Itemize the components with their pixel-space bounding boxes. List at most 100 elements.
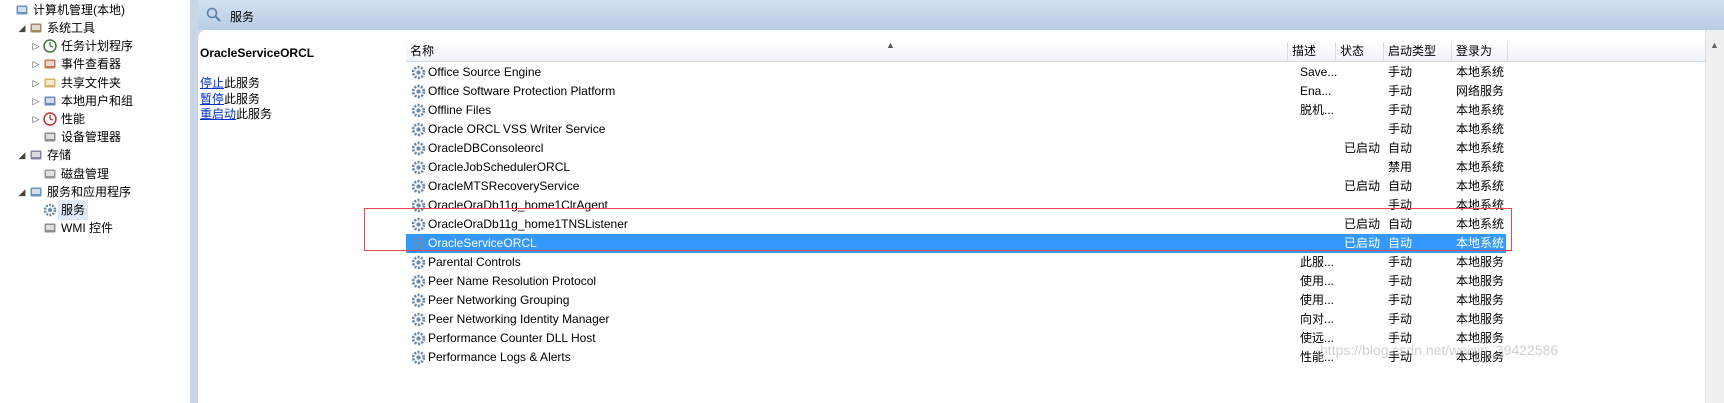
- service-startup-type: 手动: [1388, 103, 1413, 117]
- service-description: 使用...: [1300, 274, 1335, 288]
- service-startup-type: 手动: [1388, 84, 1413, 98]
- device-manager-icon: [44, 132, 56, 142]
- stop-service-link[interactable]: 停止: [200, 76, 224, 90]
- service-row[interactable]: Oracle ORCL VSS Writer Service 手动 本地系统: [406, 120, 1516, 139]
- service-status: 已启动: [1344, 141, 1381, 155]
- pause-service-link[interactable]: 暂停: [200, 92, 224, 106]
- column-logon-as[interactable]: 登录为: [1452, 42, 1508, 61]
- service-name: Peer Networking Grouping: [428, 293, 570, 307]
- service-name: Peer Networking Identity Manager: [428, 312, 610, 326]
- gear-icon: [411, 293, 426, 308]
- gear-icon: [411, 122, 426, 137]
- event-viewer-icon: [44, 59, 56, 69]
- clock-icon: [43, 39, 57, 53]
- console-tree: 计算机管理(本地) ◢ 系统工具 ▷ 任务计划程序 ▷ 事件查看器 ▷ 共享文件夹 ▷ 本地用户和组…: [0, 0, 191, 403]
- expand-arrow-icon[interactable]: ◢: [16, 18, 28, 38]
- service-row[interactable]: OracleMTSRecoveryService 已启动 自动 本地系统: [406, 177, 1516, 196]
- service-name: OracleMTSRecoveryService: [428, 179, 580, 193]
- service-name: Performance Counter DLL Host: [428, 331, 596, 345]
- tree-item-label: 任务计划程序: [61, 39, 134, 53]
- service-logon-as: 本地服务: [1456, 274, 1505, 288]
- gear-icon: [411, 350, 426, 365]
- service-description: Save...: [1300, 65, 1338, 79]
- tree-item-label: 性能: [61, 112, 86, 126]
- pause-service-action: 暂停此服务: [200, 91, 260, 107]
- shared-folder-icon: [44, 78, 56, 88]
- service-startup-type: 手动: [1388, 122, 1413, 136]
- service-name: Oracle ORCL VSS Writer Service: [428, 122, 606, 136]
- service-name: Office Source Engine: [428, 65, 542, 79]
- service-description: 使用...: [1300, 293, 1335, 307]
- service-startup-type: 手动: [1388, 312, 1413, 326]
- tree-item-label: 计算机管理(本地): [33, 3, 125, 17]
- tree-item-label: 服务: [58, 200, 89, 220]
- service-row[interactable]: Office Source Engine Save... 手动 本地系统: [406, 63, 1516, 82]
- service-startup-type: 禁用: [1388, 160, 1413, 174]
- search-gear-icon: [206, 7, 221, 22]
- restart-service-link[interactable]: 重启动: [200, 107, 236, 121]
- service-logon-as: 本地服务: [1456, 293, 1505, 307]
- service-name: Peer Name Resolution Protocol: [428, 274, 597, 288]
- service-startup-type: 手动: [1388, 255, 1413, 269]
- service-name: Office Software Protection Platform: [428, 84, 616, 98]
- service-description: 此服...: [1300, 255, 1335, 269]
- service-name: Parental Controls: [428, 255, 521, 269]
- expand-arrow-icon[interactable]: ◢: [16, 145, 28, 165]
- service-row[interactable]: Offline Files 脱机... 手动 本地系统: [406, 101, 1516, 120]
- column-header: ▲ 名称 描述 状态 启动类型 登录为: [406, 40, 1724, 62]
- disk-icon: [44, 169, 56, 179]
- service-row[interactable]: Parental Controls 此服... 手动 本地服务: [406, 253, 1516, 272]
- tree-item-label: 设备管理器: [61, 130, 122, 144]
- service-status: 已启动: [1344, 179, 1381, 193]
- service-logon-as: 本地系统: [1456, 160, 1505, 174]
- service-name: OracleJobSchedulerORCL: [428, 160, 571, 174]
- computer-icon: [16, 5, 28, 15]
- gear-icon: [411, 179, 426, 194]
- service-logon-as: 网络服务: [1456, 84, 1505, 98]
- tools-icon: [30, 23, 42, 33]
- service-logon-as: 本地服务: [1456, 312, 1505, 326]
- gear-icon: [411, 312, 426, 327]
- expand-arrow-icon[interactable]: ▷: [30, 54, 42, 74]
- tree-item-label: 系统工具: [47, 21, 96, 35]
- vertical-scrollbar[interactable]: ▲: [1705, 30, 1724, 403]
- column-description[interactable]: 描述: [1288, 42, 1336, 61]
- scroll-up-icon[interactable]: ▲: [1710, 40, 1719, 50]
- watermark: https://blog.csdn.net/weixin_39422586: [1320, 342, 1559, 358]
- storage-icon: [30, 150, 42, 160]
- pane-splitter[interactable]: [190, 0, 198, 403]
- service-row[interactable]: Office Software Protection Platform Ena..…: [406, 82, 1516, 101]
- expand-arrow-icon[interactable]: ▷: [30, 73, 42, 93]
- column-name[interactable]: 名称: [406, 42, 1288, 61]
- expand-arrow-icon[interactable]: ▷: [30, 36, 42, 56]
- gear-icon: [43, 203, 57, 217]
- column-startup-type[interactable]: 启动类型: [1384, 42, 1452, 61]
- users-icon: [44, 96, 56, 106]
- expand-arrow-icon[interactable]: ▷: [30, 109, 42, 129]
- gear-icon: [411, 255, 426, 270]
- selected-service-name: OracleServiceORCL: [200, 46, 315, 60]
- restart-service-text: 此服务: [236, 107, 273, 121]
- service-row[interactable]: OracleDBConsoleorcl 已启动 自动 本地系统: [406, 139, 1516, 158]
- service-startup-type: 手动: [1388, 65, 1413, 79]
- service-logon-as: 本地系统: [1456, 122, 1505, 136]
- tree-item-label: 磁盘管理: [61, 167, 110, 181]
- service-description: 脱机...: [1300, 103, 1335, 117]
- service-logon-as: 本地系统: [1456, 65, 1505, 79]
- service-row[interactable]: OracleJobSchedulerORCL 禁用 本地系统: [406, 158, 1516, 177]
- service-logon-as: 本地系统: [1456, 141, 1505, 155]
- service-row[interactable]: Peer Networking Grouping 使用... 手动 本地服务: [406, 291, 1516, 310]
- service-name: Performance Logs & Alerts: [428, 350, 571, 364]
- highlight-annotation-box: [364, 208, 1512, 251]
- service-startup-type: 手动: [1388, 274, 1413, 288]
- expand-arrow-icon[interactable]: ▷: [30, 91, 42, 111]
- tree-item-label: 服务和应用程序: [47, 185, 132, 199]
- tree-item-label: 事件查看器: [61, 57, 122, 71]
- service-description: 向对...: [1300, 312, 1335, 326]
- expand-arrow-icon[interactable]: ◢: [16, 182, 28, 202]
- service-row[interactable]: Peer Name Resolution Protocol 使用... 手动 本地服务: [406, 272, 1516, 291]
- tree-item-label: 本地用户和组: [61, 94, 134, 108]
- column-status[interactable]: 状态: [1336, 42, 1384, 61]
- service-row[interactable]: Peer Networking Identity Manager 向对... 手动 本…: [406, 310, 1516, 329]
- pause-service-text: 此服务: [224, 92, 261, 106]
